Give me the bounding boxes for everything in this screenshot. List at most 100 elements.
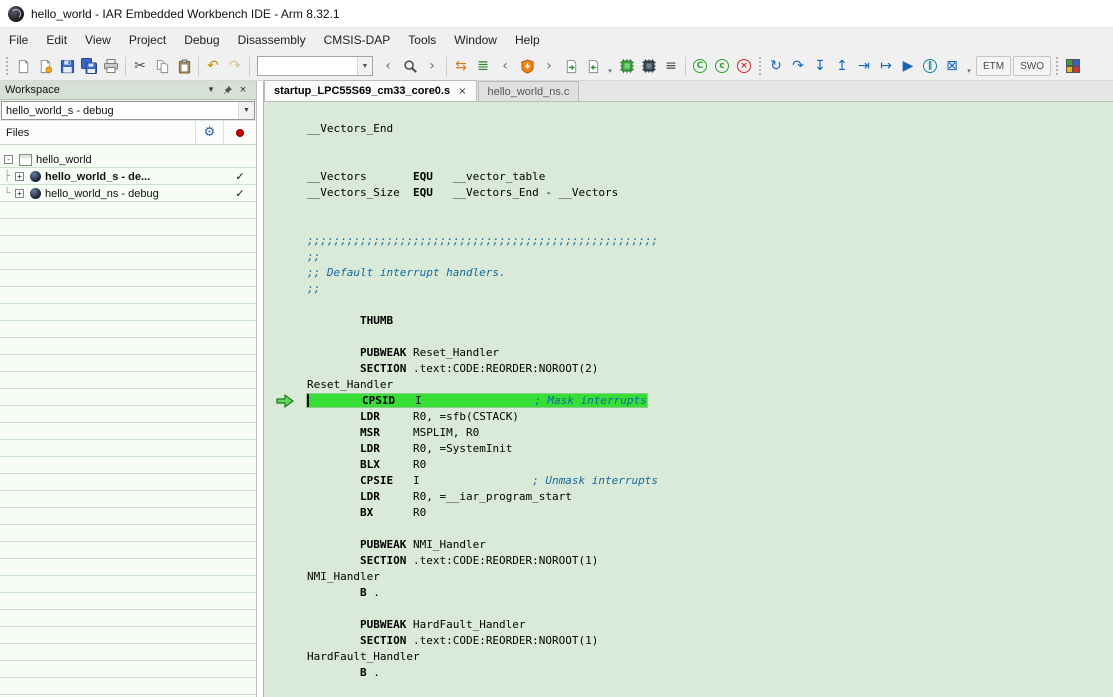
quick-search-combobox[interactable]: ▼ bbox=[257, 56, 373, 76]
workspace-panel-title: Workspace bbox=[5, 84, 203, 96]
configuration-combobox[interactable]: hello_world_s - debug ▼ bbox=[1, 101, 255, 120]
save-icon[interactable] bbox=[56, 55, 78, 77]
run-to-cursor-icon[interactable]: ↦ bbox=[875, 55, 897, 77]
gear-icon[interactable]: ⚙ bbox=[196, 121, 224, 144]
code-line: HardFault_Handler bbox=[307, 649, 1113, 665]
redo-icon[interactable]: ↷ bbox=[224, 55, 246, 77]
code-line: LDR R0, =sfb(CSTACK) bbox=[307, 409, 1113, 425]
files-column-header: Files ⚙ bbox=[0, 121, 256, 145]
menu-edit[interactable]: Edit bbox=[37, 28, 76, 52]
tree-expander-icon[interactable]: - bbox=[4, 155, 13, 164]
code-line: __Vectors_Size EQU __Vectors_End - __Vec… bbox=[307, 185, 1113, 201]
copy-icon[interactable] bbox=[151, 55, 173, 77]
files-header-label: Files bbox=[0, 121, 196, 144]
workspace-panel: Workspace ▾ × hello_world_s - debug ▼ Fi… bbox=[0, 81, 257, 697]
save-all-icon[interactable] bbox=[78, 55, 100, 77]
cstat-report-icon[interactable]: c bbox=[711, 55, 733, 77]
go-icon[interactable]: ▶ bbox=[897, 55, 919, 77]
navigate-forward-icon[interactable]: › bbox=[421, 55, 443, 77]
code-line bbox=[307, 217, 1113, 233]
batch-build-icon[interactable]: ≡ bbox=[660, 55, 682, 77]
code-line: LDR R0, =SystemInit bbox=[307, 441, 1113, 457]
close-panel-icon[interactable]: × bbox=[235, 83, 251, 98]
tree-item-label: hello_world_s - de... bbox=[45, 171, 224, 183]
tree-row[interactable]: └+ hello_world_ns - debug✓ bbox=[0, 185, 256, 202]
find-icon[interactable] bbox=[399, 55, 421, 77]
close-tab-icon[interactable]: × bbox=[458, 86, 466, 97]
menu-debug[interactable]: Debug bbox=[175, 28, 228, 52]
code-line: THUMB bbox=[307, 313, 1113, 329]
code-line bbox=[307, 297, 1113, 313]
code-line bbox=[307, 153, 1113, 169]
step-out-icon[interactable]: ↥ bbox=[831, 55, 853, 77]
code-line: MSR MSPLIM, R0 bbox=[307, 425, 1113, 441]
main-area: Workspace ▾ × hello_world_s - debug ▼ Fi… bbox=[0, 81, 1113, 697]
code-line bbox=[307, 521, 1113, 537]
window-title: hello_world - IAR Embedded Workbench IDE… bbox=[31, 7, 340, 21]
paste-icon[interactable] bbox=[173, 55, 195, 77]
menu-file[interactable]: File bbox=[0, 28, 37, 52]
new-document-icon[interactable] bbox=[12, 55, 34, 77]
code-line: SECTION .text:CODE:REORDER:NOROOT(2) bbox=[307, 361, 1113, 377]
tree-item-label: hello_world_ns - debug bbox=[45, 188, 224, 200]
menu-cmsis-dap[interactable]: CMSIS-DAP bbox=[315, 28, 400, 52]
print-icon[interactable] bbox=[100, 55, 122, 77]
menu-tools[interactable]: Tools bbox=[399, 28, 445, 52]
tree-item-label: hello_world bbox=[36, 154, 224, 166]
tree-expander-icon[interactable]: + bbox=[15, 172, 24, 181]
build-status-check: ✓ bbox=[224, 187, 256, 200]
make-icon[interactable] bbox=[616, 55, 638, 77]
menu-project[interactable]: Project bbox=[120, 28, 175, 52]
goto-definition-icon[interactable] bbox=[582, 55, 604, 77]
toolbar-overflow-button[interactable]: ▾ bbox=[604, 55, 616, 77]
reset-icon[interactable]: ↻ bbox=[765, 55, 787, 77]
toolbar-grip[interactable] bbox=[5, 56, 9, 76]
toolbar-grip[interactable] bbox=[1055, 56, 1059, 76]
editor[interactable]: __Vectors_End__Vectors EQU __vector_tabl… bbox=[264, 102, 1113, 697]
menu-disassembly[interactable]: Disassembly bbox=[229, 28, 315, 52]
open-document-icon[interactable] bbox=[34, 55, 56, 77]
menu-window[interactable]: Window bbox=[445, 28, 506, 52]
break-icon[interactable]: ‖ bbox=[919, 55, 941, 77]
cut-icon[interactable]: ✂ bbox=[129, 55, 151, 77]
etm-button[interactable]: ETM bbox=[976, 56, 1011, 76]
flash-memory-icon[interactable] bbox=[1062, 55, 1084, 77]
configuration-combobox-value: hello_world_s - debug bbox=[2, 105, 238, 117]
tab-startup-LPC55S69-cm33-core0-s[interactable]: startup_LPC55S69_cm33_core0.s× bbox=[264, 80, 477, 101]
chevron-down-icon[interactable]: ▼ bbox=[238, 102, 254, 119]
download-icon[interactable] bbox=[516, 55, 538, 77]
code-area[interactable]: __Vectors_End__Vectors EQU __vector_tabl… bbox=[264, 102, 1113, 697]
previous-bookmark-icon[interactable]: ‹ bbox=[494, 55, 516, 77]
chevron-down-icon[interactable]: ▼ bbox=[357, 57, 372, 75]
tree-connector: └ bbox=[4, 188, 15, 199]
step-over-icon[interactable]: ↷ bbox=[787, 55, 809, 77]
navigate-backward-icon[interactable]: ‹ bbox=[377, 55, 399, 77]
tab-hello-world-ns-c[interactable]: hello_world_ns.c bbox=[478, 81, 580, 101]
menu-help[interactable]: Help bbox=[506, 28, 549, 52]
menu-view[interactable]: View bbox=[76, 28, 120, 52]
files-tree[interactable]: -hello_world├+hello_world_s - de...✓└+he… bbox=[0, 145, 256, 697]
tree-row[interactable]: - hello_world bbox=[0, 151, 256, 168]
toolbar-grip[interactable] bbox=[758, 56, 762, 76]
goto-declaration-icon[interactable] bbox=[560, 55, 582, 77]
undo-icon[interactable]: ↶ bbox=[202, 55, 224, 77]
stop-debugging-icon[interactable]: ⊠ bbox=[941, 55, 963, 77]
next-bookmark-icon[interactable]: › bbox=[538, 55, 560, 77]
stop-build-icon[interactable]: × bbox=[733, 55, 755, 77]
target-icon bbox=[30, 188, 41, 199]
next-statement-icon[interactable]: ⇥ bbox=[853, 55, 875, 77]
pin-icon[interactable] bbox=[219, 83, 235, 98]
tree-row[interactable]: ├+hello_world_s - de...✓ bbox=[0, 168, 256, 185]
code-line: __Vectors EQU __vector_table bbox=[307, 169, 1113, 185]
quick-search-combobox-input[interactable] bbox=[258, 60, 357, 72]
cstat-analyze-icon[interactable]: C bbox=[689, 55, 711, 77]
tree-expander-icon[interactable]: + bbox=[15, 189, 24, 198]
toolbar-overflow-button[interactable]: ▾ bbox=[963, 55, 975, 77]
step-into-icon[interactable]: ↧ bbox=[809, 55, 831, 77]
find-next-previous-icon[interactable]: ⇆ bbox=[450, 55, 472, 77]
swo-button[interactable]: SWO bbox=[1013, 56, 1051, 76]
compile-icon[interactable] bbox=[638, 55, 660, 77]
panel-menu-icon[interactable]: ▾ bbox=[203, 83, 219, 98]
code-line: BLX R0 bbox=[307, 457, 1113, 473]
goto-bookmark-icon[interactable]: ≣ bbox=[472, 55, 494, 77]
